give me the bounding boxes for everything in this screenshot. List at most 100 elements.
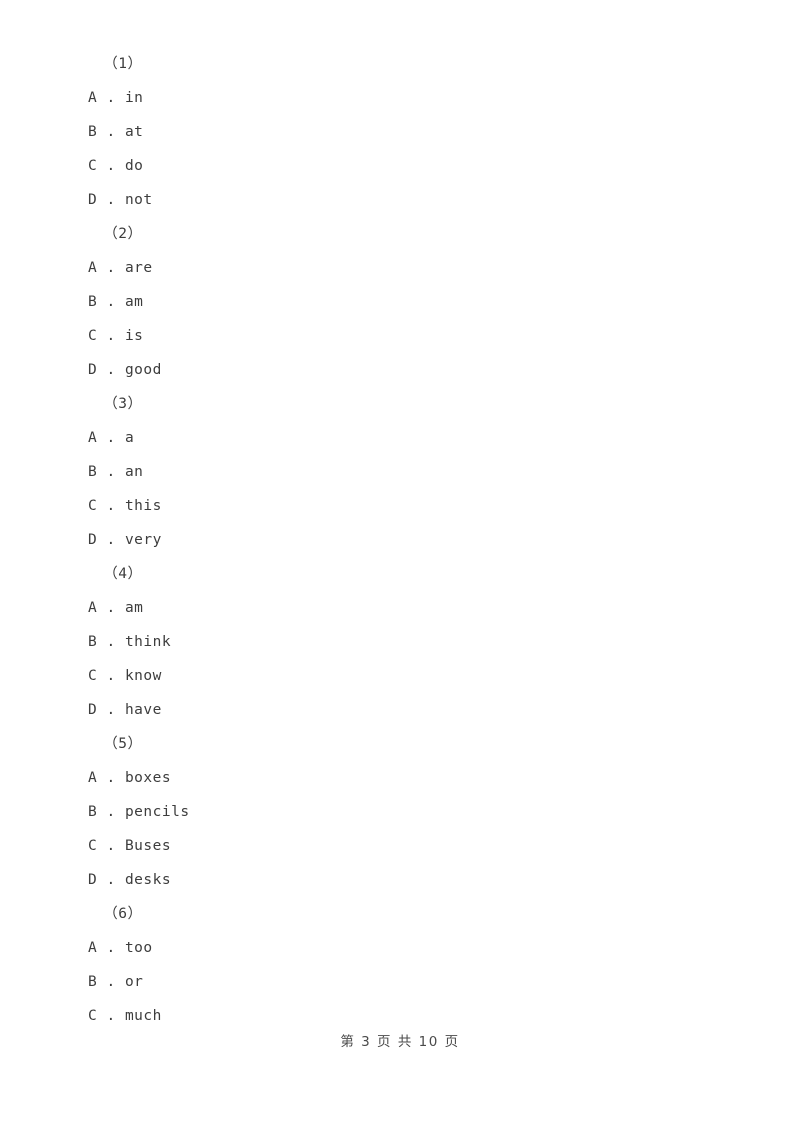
answer-option[interactable]: D . very	[88, 523, 728, 557]
option-text: much	[124, 1008, 162, 1024]
option-letter: A	[88, 430, 98, 446]
question-number: （1）	[94, 56, 143, 72]
answer-option[interactable]: B . pencils	[88, 795, 728, 829]
answer-option[interactable]: C . much	[88, 999, 728, 1033]
answer-option[interactable]: C . is	[88, 319, 728, 353]
option-separator: .	[97, 702, 125, 718]
option-letter: A	[88, 90, 98, 106]
answer-option[interactable]: C . Buses	[88, 829, 728, 863]
option-separator: .	[97, 124, 125, 140]
option-separator: .	[97, 668, 125, 684]
option-text: or	[124, 974, 144, 990]
option-separator: .	[97, 600, 125, 616]
document-page: （1） A . in B . at C . do D . not （2） A . are B…	[0, 0, 800, 1132]
page-footer: 第 3 页 共 10 页	[0, 1031, 800, 1053]
option-separator: .	[97, 770, 125, 786]
option-letter: A	[88, 770, 98, 786]
question-number: （3）	[94, 396, 143, 412]
question-number: （6）	[94, 906, 143, 922]
option-letter: C	[88, 328, 98, 344]
option-letter: D	[88, 192, 98, 208]
answer-option[interactable]: A . boxes	[88, 761, 728, 795]
answer-option[interactable]: A . am	[88, 591, 728, 625]
answer-option[interactable]: B . am	[88, 285, 728, 319]
question-group: （4） A . am B . think C . know D . have	[88, 557, 728, 727]
question-group: （6） A . too B . or C . much	[88, 897, 728, 1033]
option-text: very	[124, 532, 162, 548]
option-text: am	[124, 600, 144, 616]
option-text: at	[124, 124, 144, 140]
question-group: （5） A . boxes B . pencils C . Buses D . desk…	[88, 727, 728, 897]
option-separator: .	[97, 90, 125, 106]
option-separator: .	[97, 872, 125, 888]
answer-option[interactable]: D . desks	[88, 863, 728, 897]
option-separator: .	[97, 804, 125, 820]
option-separator: .	[97, 838, 125, 854]
option-text: pencils	[124, 804, 190, 820]
option-text: an	[124, 464, 144, 480]
option-separator: .	[97, 1008, 125, 1024]
answer-option[interactable]: B . at	[88, 115, 728, 149]
answer-option[interactable]: A . too	[88, 931, 728, 965]
option-separator: .	[97, 464, 125, 480]
answer-option[interactable]: C . know	[88, 659, 728, 693]
question-number: （5）	[94, 736, 143, 752]
answer-option[interactable]: A . in	[88, 81, 728, 115]
option-text: boxes	[124, 770, 172, 786]
option-separator: .	[97, 430, 125, 446]
option-text: do	[124, 158, 144, 174]
option-letter: B	[88, 634, 98, 650]
option-text: are	[124, 260, 153, 276]
option-letter: C	[88, 838, 98, 854]
option-text: think	[124, 634, 172, 650]
answer-option[interactable]: D . good	[88, 353, 728, 387]
answer-option[interactable]: D . not	[88, 183, 728, 217]
option-text: know	[124, 668, 162, 684]
option-text: not	[124, 192, 153, 208]
option-text: this	[124, 498, 162, 514]
answer-option[interactable]: C . this	[88, 489, 728, 523]
question-list: （1） A . in B . at C . do D . not （2） A . are B…	[88, 47, 728, 1033]
option-letter: B	[88, 974, 98, 990]
option-text: desks	[124, 872, 172, 888]
option-letter: A	[88, 260, 98, 276]
answer-option[interactable]: B . think	[88, 625, 728, 659]
option-text: good	[124, 362, 162, 378]
option-text: Buses	[124, 838, 172, 854]
answer-option[interactable]: C . do	[88, 149, 728, 183]
option-letter: C	[88, 158, 98, 174]
option-letter: D	[88, 532, 98, 548]
option-letter: B	[88, 804, 98, 820]
option-letter: C	[88, 1008, 98, 1024]
option-letter: D	[88, 362, 98, 378]
answer-option[interactable]: A . are	[88, 251, 728, 285]
option-text: too	[124, 940, 153, 956]
answer-option[interactable]: D . have	[88, 693, 728, 727]
option-separator: .	[97, 634, 125, 650]
option-separator: .	[97, 532, 125, 548]
option-letter: C	[88, 668, 98, 684]
option-letter: C	[88, 498, 98, 514]
question-group: （1） A . in B . at C . do D . not	[88, 47, 728, 217]
option-separator: .	[97, 294, 125, 310]
option-text: have	[124, 702, 162, 718]
answer-option[interactable]: B . or	[88, 965, 728, 999]
option-separator: .	[97, 158, 125, 174]
option-text: is	[124, 328, 144, 344]
option-separator: .	[97, 974, 125, 990]
option-separator: .	[97, 940, 125, 956]
question-group: （3） A . aB . an C . this D . very	[88, 387, 728, 557]
option-letter: B	[88, 124, 98, 140]
option-separator: .	[97, 328, 125, 344]
option-letter: B	[88, 464, 98, 480]
option-letter: D	[88, 702, 98, 718]
option-text: am	[124, 294, 144, 310]
answer-option[interactable]: A . a	[88, 421, 728, 455]
answer-option[interactable]: B . an	[88, 455, 728, 489]
option-letter: D	[88, 872, 98, 888]
option-letter: A	[88, 600, 98, 616]
option-text: in	[124, 90, 144, 106]
question-number: （2）	[94, 226, 143, 242]
option-letter: A	[88, 940, 98, 956]
option-separator: .	[97, 362, 125, 378]
